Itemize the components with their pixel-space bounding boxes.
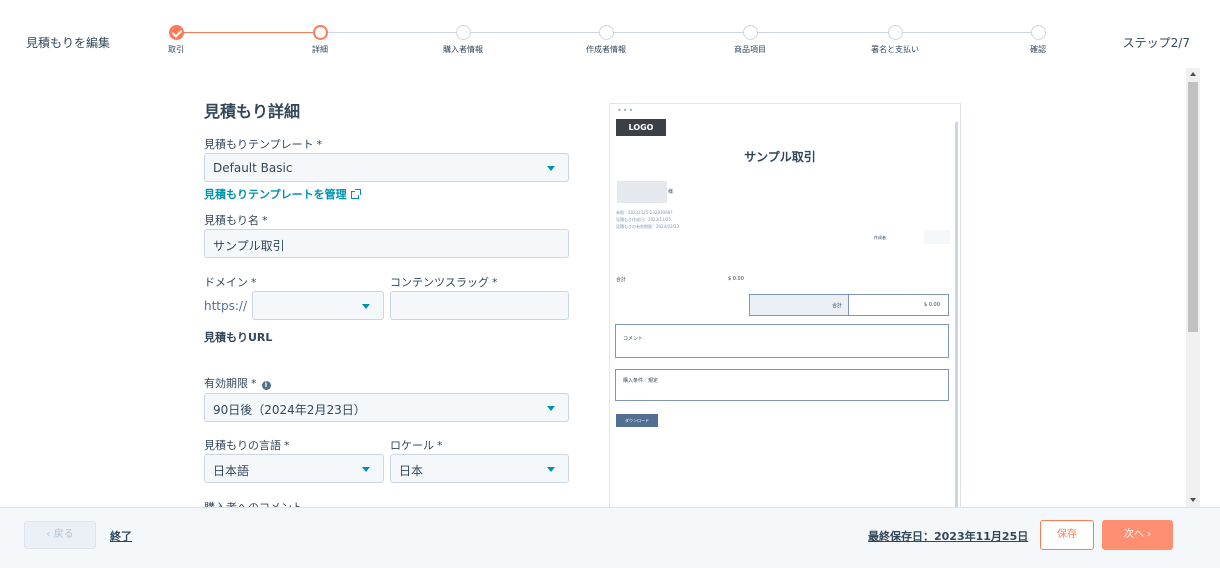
template-label: 見積もりテンプレート *	[204, 138, 323, 151]
back-button[interactable]: ‹ 戻る	[24, 521, 96, 549]
quote-preview: ••• LOGO サンプル取引 様 参照：20231125-232830687 …	[609, 103, 961, 508]
preview-title: サンプル取引	[744, 150, 816, 164]
step-label: 購入者情報	[443, 45, 483, 54]
caret-down-icon	[362, 304, 370, 309]
step-counter: ステップ2/7	[1122, 36, 1190, 50]
preview-subtotal-label: 合計	[616, 277, 627, 283]
preview-created: 見積もり作成日：2023/11/25	[616, 217, 672, 222]
preview-ref: 参照：20231125-232830687	[616, 210, 673, 215]
step-circle	[598, 25, 614, 40]
scroll-down-icon[interactable]	[1190, 498, 1196, 502]
manage-template-link[interactable]: 見積もりテンプレートを管理	[204, 186, 361, 202]
preview-dots: •••	[617, 106, 635, 115]
quote-details-form: 見積もり詳細 見積もりテンプレート * Default Basic 見積もりテンプ…	[204, 62, 570, 508]
step-circle	[1030, 25, 1046, 40]
page-scrollbar[interactable]	[1186, 68, 1200, 508]
domain-select[interactable]	[252, 291, 384, 320]
language-select[interactable]: 日本語	[204, 454, 384, 483]
caret-down-icon	[547, 406, 555, 411]
preview-terms-box: 購入条件／規定	[615, 369, 949, 401]
step-circle	[312, 25, 328, 40]
next-button[interactable]: 次へ ›	[1102, 520, 1173, 550]
locale-select[interactable]: 日本	[390, 454, 569, 483]
domain-label: ドメイン *	[204, 276, 257, 289]
preview-comment-box: コメント	[615, 324, 949, 358]
content-slug-input[interactable]	[390, 291, 569, 320]
preview-total-value: $ 0.00	[924, 302, 940, 308]
info-icon[interactable]: i	[261, 381, 271, 390]
preview-scrollbar[interactable]	[955, 122, 958, 507]
caret-down-icon	[547, 467, 555, 472]
preview-terms-label: 購入条件／規定	[623, 378, 659, 384]
step-label: 詳細	[312, 45, 328, 54]
preview-creator-placeholder	[924, 230, 950, 244]
step-creator-info[interactable]: 作成者情報	[576, 25, 636, 55]
preview-recipient-placeholder	[617, 181, 667, 203]
caret-down-icon	[547, 166, 555, 171]
preview-comment-label: コメント	[623, 336, 644, 342]
step-circle	[742, 25, 758, 40]
step-circle	[455, 25, 471, 40]
last-saved-link[interactable]: 最終保存日：2023年11月25日	[868, 528, 1028, 544]
scroll-up-icon[interactable]	[1190, 72, 1196, 76]
domain-prefix: https://	[204, 299, 248, 313]
locale-label: ロケール *	[390, 439, 443, 452]
stepper-header: 見積もりを編集 取引 詳細 購入者情報 作成者情報 商品項目 署名と支払い 確認…	[0, 0, 1220, 62]
scrollbar-thumb[interactable]	[1188, 82, 1198, 332]
section-title: 見積もり詳細	[204, 102, 301, 121]
step-label: 署名と支払い	[871, 45, 919, 54]
preview-recipient-suffix: 様	[668, 189, 674, 195]
footer-bar: ‹ 戻る 終了 最終保存日：2023年11月25日 保存 次へ ›	[0, 507, 1220, 568]
step-line-items[interactable]: 商品項目	[720, 25, 780, 55]
step-label: 取引	[168, 45, 184, 54]
exit-link[interactable]: 終了	[110, 528, 132, 544]
caret-down-icon	[362, 467, 370, 472]
external-link-icon	[350, 189, 361, 199]
quote-url-label: 見積もりURL	[204, 331, 273, 344]
step-deal[interactable]: 取引	[146, 25, 206, 55]
check-icon	[168, 25, 184, 40]
preview-total-label: 合計	[832, 303, 843, 309]
save-button[interactable]: 保存	[1040, 520, 1094, 550]
step-label: 確認	[1030, 45, 1046, 54]
step-label: 商品項目	[734, 45, 766, 54]
preview-subtotal-value: $ 0.00	[728, 276, 744, 282]
quote-name-label: 見積もり名 *	[204, 214, 268, 227]
page-title: 見積もりを編集	[26, 36, 111, 50]
preview-creator-label: 作成者	[874, 235, 886, 240]
language-label: 見積もりの言語 *	[204, 439, 290, 452]
stepper-line	[320, 32, 1038, 33]
content-slug-label: コンテンツスラッグ *	[390, 276, 498, 289]
step-circle	[887, 25, 903, 40]
expiry-label: 有効期限 * i	[204, 375, 271, 391]
quote-name-input[interactable]: サンプル取引	[204, 229, 569, 258]
step-buyer-info[interactable]: 購入者情報	[433, 25, 493, 55]
step-label: 作成者情報	[586, 45, 626, 54]
step-review[interactable]: 確認	[1008, 25, 1068, 55]
preview-download-button[interactable]: ダウンロード	[616, 414, 658, 427]
preview-logo: LOGO	[616, 119, 666, 136]
step-details[interactable]: 詳細	[290, 25, 350, 55]
template-select[interactable]: Default Basic	[204, 153, 569, 182]
expiry-select[interactable]: 90日後（2024年2月23日）	[204, 393, 569, 422]
preview-expiry: 見積もりの有効期限：2024/02/23	[616, 224, 680, 229]
preview-total-box: 合計 $ 0.00	[749, 294, 949, 316]
step-signature-payment[interactable]: 署名と支払い	[865, 25, 925, 55]
